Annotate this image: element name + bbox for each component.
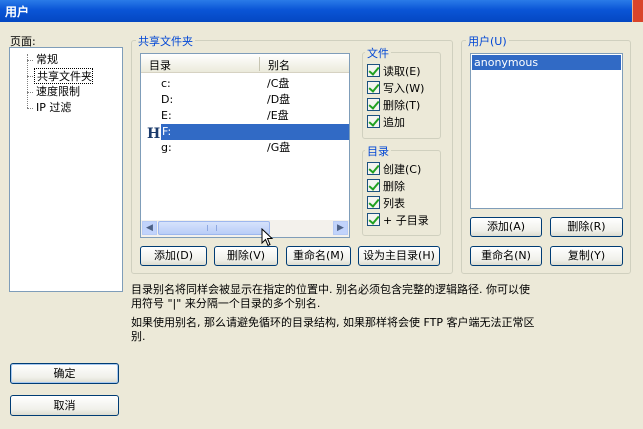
checkbox-label: 读取(E) bbox=[383, 64, 421, 78]
file-permissions-list: 读取(E) 写入(W) 删除(T) 追加 bbox=[367, 62, 441, 130]
table-row[interactable]: D: /D盘 bbox=[141, 92, 349, 108]
window-title: 用户 bbox=[5, 5, 30, 19]
row-alias: /G盘 bbox=[267, 141, 291, 154]
list-item-selected[interactable]: anonymous bbox=[472, 55, 621, 70]
tree-connector bbox=[27, 108, 33, 109]
rename-user-button[interactable]: 重命名(N) bbox=[470, 246, 542, 266]
checkbox-icon[interactable] bbox=[367, 64, 380, 77]
row-directory: F: bbox=[162, 125, 172, 138]
file-permissions-title: 文件 bbox=[365, 45, 391, 61]
ok-button[interactable]: 确定 bbox=[10, 363, 119, 384]
remove-user-button[interactable]: 删除(R) bbox=[550, 217, 623, 237]
checkbox-label: 创建(C) bbox=[383, 162, 422, 176]
checkbox-label: 追加 bbox=[383, 115, 405, 129]
checkbox-delete-file[interactable]: 删除(T) bbox=[367, 96, 441, 113]
add-user-button[interactable]: 添加(A) bbox=[470, 217, 542, 237]
checkbox-label: 写入(W) bbox=[383, 81, 425, 95]
checkbox-label: 列表 bbox=[383, 196, 405, 210]
tree-connector bbox=[27, 60, 33, 61]
folder-rows: c: /C盘 D: /D盘 E: /E盘 F: g: /G盘 bbox=[141, 76, 349, 156]
directory-permissions-title: 目录 bbox=[365, 143, 391, 159]
row-directory: c: bbox=[161, 77, 171, 90]
scroll-left-icon[interactable]: ◀ bbox=[142, 221, 157, 235]
row-directory: g: bbox=[161, 141, 172, 154]
checkbox-icon[interactable] bbox=[367, 162, 380, 175]
checkbox-subdirectories[interactable]: + 子目录 bbox=[367, 211, 441, 228]
tree-item-speed-limits[interactable]: 速度限制 bbox=[34, 84, 80, 100]
row-alias: /D盘 bbox=[267, 93, 291, 106]
tree-item-general[interactable]: 常规 bbox=[34, 52, 58, 68]
folder-list[interactable]: 目录 别名 c: /C盘 D: /D盘 E: /E盘 F: g: /G盘 ◀ ▶ bbox=[140, 53, 350, 238]
tree-item-ip-filter[interactable]: IP 过滤 bbox=[34, 100, 71, 116]
rename-folder-button[interactable]: 重命名(M) bbox=[286, 246, 351, 266]
table-row[interactable]: c: /C盘 bbox=[141, 76, 349, 92]
tree-connector bbox=[27, 92, 33, 93]
remove-folder-button[interactable]: 删除(V) bbox=[214, 246, 278, 266]
scrollbar-thumb[interactable] bbox=[158, 221, 270, 235]
column-header-directory[interactable]: 目录 bbox=[149, 57, 171, 73]
row-directory: D: bbox=[161, 93, 174, 106]
checkbox-list[interactable]: 列表 bbox=[367, 194, 441, 211]
user-list[interactable]: anonymous bbox=[470, 53, 623, 209]
table-row[interactable]: g: /G盘 bbox=[141, 140, 349, 156]
tree-connector bbox=[27, 54, 28, 108]
grip-icon bbox=[207, 225, 217, 231]
checkbox-label: 删除(T) bbox=[383, 98, 421, 112]
checkbox-create[interactable]: 创建(C) bbox=[367, 160, 441, 177]
users-title: 用户(U) bbox=[466, 33, 509, 49]
row-alias: /C盘 bbox=[267, 77, 290, 90]
close-button-edge[interactable] bbox=[632, 0, 643, 22]
copy-user-button[interactable]: 复制(Y) bbox=[550, 246, 623, 266]
checkbox-read[interactable]: 读取(E) bbox=[367, 62, 441, 79]
checkbox-icon[interactable] bbox=[367, 179, 380, 192]
set-home-directory-button[interactable]: 设为主目录(H) bbox=[358, 246, 440, 266]
checkbox-append[interactable]: 追加 bbox=[367, 113, 441, 130]
shared-folders-title: 共享文件夹 bbox=[136, 33, 195, 49]
add-folder-button[interactable]: 添加(D) bbox=[140, 246, 207, 266]
checkbox-icon[interactable] bbox=[367, 196, 380, 209]
checkbox-write[interactable]: 写入(W) bbox=[367, 79, 441, 96]
mouse-cursor-icon bbox=[261, 228, 274, 247]
help-text-line: 如果使用别名, 那么请避免循环的目录结构, 如果那样将会使 FTP 客户端无法正… bbox=[131, 316, 535, 329]
tree-item-shared-folders[interactable]: 共享文件夹 bbox=[34, 68, 93, 84]
checkbox-label: + 子目录 bbox=[383, 213, 429, 227]
home-directory-icon: H bbox=[147, 126, 161, 142]
checkbox-delete-directory[interactable]: 删除 bbox=[367, 177, 441, 194]
title-bar: 用户 bbox=[0, 0, 643, 22]
checkbox-icon[interactable] bbox=[367, 81, 380, 94]
scroll-right-icon[interactable]: ▶ bbox=[333, 221, 348, 235]
help-text: 目录别名将同样会被显示在指定的位置中. 别名必须包含完整的逻辑路径. 你可以使 … bbox=[131, 283, 631, 344]
row-alias: /E盘 bbox=[267, 109, 289, 122]
tree-connector bbox=[27, 76, 33, 77]
help-text-line: 目录别名将同样会被显示在指定的位置中. 别名必须包含完整的逻辑路径. 你可以使 bbox=[131, 283, 530, 296]
cancel-button[interactable]: 取消 bbox=[10, 395, 119, 416]
checkbox-label: 删除 bbox=[383, 179, 405, 193]
help-text-line: 用符号 "|" 来分隔一个目录的多个别名. bbox=[131, 297, 321, 310]
list-header: 目录 别名 bbox=[141, 54, 349, 73]
row-directory: E: bbox=[161, 109, 172, 122]
table-row[interactable]: E: /E盘 bbox=[141, 108, 349, 124]
checkbox-icon[interactable] bbox=[367, 115, 380, 128]
checkbox-icon[interactable] bbox=[367, 213, 380, 226]
checkbox-icon[interactable] bbox=[367, 98, 380, 111]
horizontal-scrollbar[interactable]: ◀ ▶ bbox=[141, 220, 349, 237]
help-text-line: 别. bbox=[131, 330, 146, 343]
column-header-alias[interactable]: 别名 bbox=[268, 57, 290, 73]
table-row-selected[interactable]: F: bbox=[161, 124, 349, 140]
column-divider[interactable] bbox=[259, 57, 260, 71]
directory-permissions-list: 创建(C) 删除 列表 + 子目录 bbox=[367, 160, 441, 228]
page-tree[interactable]: 常规 共享文件夹 速度限制 IP 过滤 bbox=[9, 47, 123, 292]
